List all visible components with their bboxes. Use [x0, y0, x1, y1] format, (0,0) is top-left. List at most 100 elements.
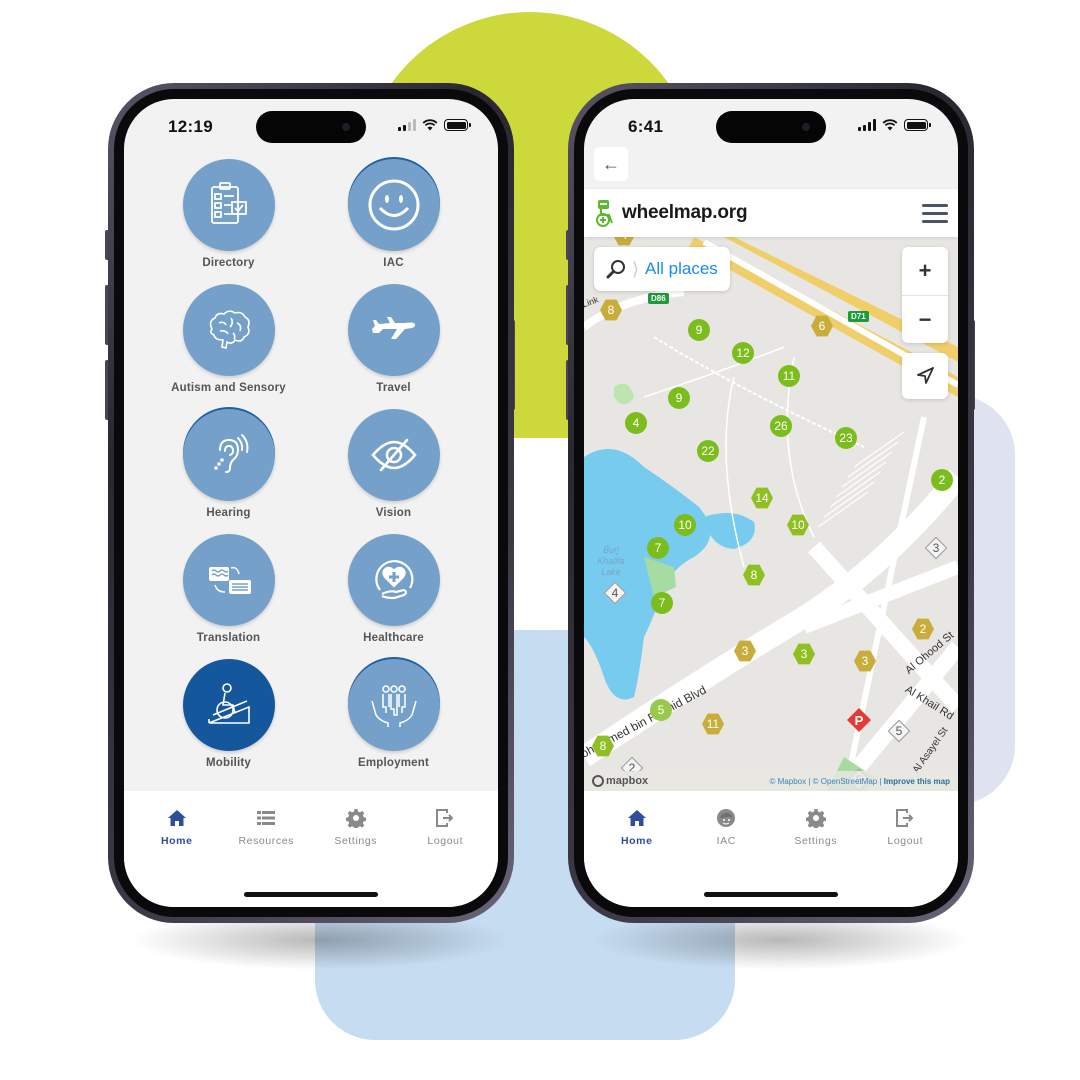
zoom-in-button[interactable]: +: [902, 247, 948, 295]
improve-map-link[interactable]: Improve this map: [884, 777, 950, 786]
tab-label: Settings: [794, 835, 838, 847]
tile-label: Healthcare: [363, 632, 424, 644]
people-hands-icon: [347, 659, 440, 751]
place-cluster-marker[interactable]: 4: [625, 412, 647, 434]
mapbox-logo[interactable]: mapbox: [592, 775, 648, 787]
chevron-icon: ⟩: [632, 258, 640, 279]
face-icon: [716, 807, 736, 829]
tab-iac[interactable]: IAC: [686, 807, 766, 847]
clipboard-checklist-icon: [182, 159, 275, 251]
battery-icon: [904, 119, 931, 131]
smiley-face-icon: [347, 159, 440, 251]
place-cluster-marker[interactable]: 9: [668, 387, 690, 409]
logout-icon: [895, 807, 915, 829]
tile-translation[interactable]: Translation: [146, 534, 311, 646]
wheelmap-logo-icon: [596, 200, 613, 227]
gear-icon: [345, 807, 366, 829]
signal-icon: [858, 119, 876, 131]
zoom-out-button[interactable]: −: [902, 295, 948, 343]
airplane-icon: [347, 284, 440, 376]
status-time: 6:41: [628, 117, 664, 136]
wheelchair-ramp-icon: [182, 659, 275, 751]
tile-autism-and-sensory[interactable]: Autism and Sensory: [146, 284, 311, 396]
place-cluster-marker[interactable]: 12: [732, 342, 754, 364]
home-indicator: [244, 892, 378, 897]
tab-label: Logout: [427, 835, 464, 847]
menu-button[interactable]: [922, 203, 948, 223]
phone-right: 6:41 ← wheelmap.org D86 D71 Link Al Ohoo…: [568, 83, 974, 923]
tile-travel[interactable]: Travel: [311, 284, 476, 396]
tab-settings[interactable]: Settings: [316, 807, 396, 847]
home-indicator: [704, 892, 838, 897]
home-icon: [627, 807, 647, 829]
eye-slash-icon: [347, 409, 440, 501]
logout-icon: [435, 807, 455, 829]
place-cluster-marker[interactable]: 22: [697, 440, 719, 462]
place-cluster-marker[interactable]: 4: [604, 582, 626, 604]
tab-label: Settings: [334, 835, 378, 847]
arrow-left-icon: ←: [602, 153, 620, 174]
place-cluster-marker[interactable]: 2: [931, 469, 953, 491]
location-arrow-icon: [917, 367, 934, 384]
tab-label: Logout: [887, 835, 924, 847]
brain-icon: [182, 284, 275, 376]
tab-label: Home: [160, 835, 193, 847]
gear-icon: [805, 807, 826, 829]
tile-hearing[interactable]: Hearing: [146, 409, 311, 521]
mapbox-link[interactable]: © Mapbox: [770, 777, 807, 786]
tab-label: Resources: [238, 835, 295, 847]
tile-vision[interactable]: Vision: [311, 409, 476, 521]
tab-home[interactable]: Home: [597, 807, 677, 847]
search-label: All places: [645, 259, 718, 278]
place-cluster-marker[interactable]: 7: [651, 592, 673, 614]
place-cluster-marker[interactable]: 5: [888, 720, 910, 742]
tile-employment[interactable]: Employment: [311, 659, 476, 771]
place-cluster-marker[interactable]: 26: [770, 415, 792, 437]
map-attribution: mapbox © Mapbox | © OpenStreetMap | Impr…: [584, 771, 958, 791]
brand-title[interactable]: wheelmap.org: [622, 202, 748, 224]
dynamic-island: [716, 111, 826, 143]
tile-label: Hearing: [206, 507, 251, 519]
tab-resources[interactable]: Resources: [226, 807, 306, 847]
back-button[interactable]: ←: [594, 147, 628, 181]
phone-left: 12:19 Directory IAC Autism and Sensory T…: [108, 83, 514, 923]
place-cluster-marker[interactable]: 11: [778, 365, 800, 387]
tab-logout[interactable]: Logout: [865, 807, 945, 847]
place-cluster-marker[interactable]: 10: [674, 514, 696, 536]
tab-home[interactable]: Home: [137, 807, 217, 847]
place-cluster-marker[interactable]: 23: [835, 427, 857, 449]
dynamic-island: [256, 111, 366, 143]
locate-me-button[interactable]: [902, 353, 948, 399]
home-icon: [167, 807, 187, 829]
tile-label: IAC: [383, 257, 404, 269]
tab-logout[interactable]: Logout: [405, 807, 485, 847]
heart-hand-icon: [347, 534, 440, 626]
osm-link[interactable]: © OpenStreetMap: [813, 777, 878, 786]
battery-icon: [444, 119, 471, 131]
search-icon: [606, 260, 625, 279]
tab-settings[interactable]: Settings: [776, 807, 856, 847]
tile-label: Vision: [375, 507, 412, 519]
tab-label: IAC: [716, 835, 736, 847]
search-all-places-button[interactable]: ⟩ All places: [594, 247, 730, 291]
map-view[interactable]: D86 D71 Link Al Ohood St Al Khail Rd Al …: [584, 237, 958, 791]
place-cluster-marker[interactable]: 9: [688, 319, 710, 341]
tile-label: Mobility: [205, 757, 252, 769]
tile-label: Travel: [376, 382, 411, 394]
tile-iac[interactable]: IAC: [311, 159, 476, 271]
tile-label: Translation: [196, 632, 261, 644]
tile-directory[interactable]: Directory: [146, 159, 311, 271]
wifi-icon: [422, 119, 438, 131]
place-cluster-marker[interactable]: 7: [647, 537, 669, 559]
road-sign: D71: [848, 311, 869, 322]
place-cluster-marker[interactable]: 5: [650, 699, 672, 721]
tab-bar: Home IAC Settings Logout: [584, 791, 958, 907]
tile-healthcare[interactable]: Healthcare: [311, 534, 476, 646]
map-screen: 6:41 ← wheelmap.org D86 D71 Link Al Ohoo…: [584, 99, 958, 907]
place-cluster-marker[interactable]: 3: [925, 537, 947, 559]
wifi-icon: [882, 119, 898, 131]
tile-mobility[interactable]: Mobility: [146, 659, 311, 771]
signal-icon: [398, 119, 416, 131]
home-screen: 12:19 Directory IAC Autism and Sensory T…: [124, 99, 498, 907]
translation-cards-icon: [182, 534, 275, 626]
